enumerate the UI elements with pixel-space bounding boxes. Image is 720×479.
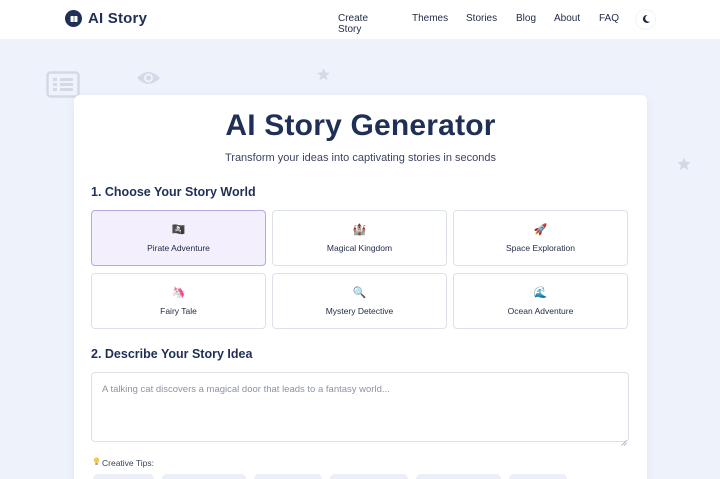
world-option-fairy-tale[interactable]: 🦄 Fairy Tale	[91, 273, 266, 329]
nav-about[interactable]: About	[554, 13, 580, 24]
lightbulb-icon	[93, 457, 100, 468]
nav-faq[interactable]: FAQ	[599, 13, 619, 24]
tip-chip[interactable]	[162, 474, 246, 479]
world-label: Ocean Adventure	[507, 306, 574, 316]
world-label: Magical Kingdom	[326, 243, 393, 253]
top-header: AI Story Create Story Themes Stories Blo…	[0, 0, 720, 39]
eye-icon	[136, 69, 161, 92]
world-option-space-exploration[interactable]: 🚀 Space Exploration	[453, 210, 628, 266]
unicorn-icon: 🦄	[171, 287, 186, 299]
resize-handle-icon[interactable]	[621, 433, 627, 451]
world-option-ocean-adventure[interactable]: 🌊 Ocean Adventure	[453, 273, 628, 329]
story-idea-input[interactable]	[91, 372, 629, 442]
magnifier-icon: 🔍	[352, 287, 367, 299]
tips-label: Creative Tips:	[102, 457, 154, 468]
moon-icon	[641, 12, 651, 27]
nav-stories[interactable]: Stories	[466, 13, 497, 24]
world-option-pirate-adventure[interactable]: 🏴‍☠️ Pirate Adventure	[91, 210, 266, 266]
world-option-mystery-detective[interactable]: 🔍 Mystery Detective	[272, 273, 447, 329]
theme-toggle-button[interactable]	[636, 10, 655, 29]
page-subtitle: Transform your ideas into captivating st…	[224, 152, 497, 164]
wave-icon: 🌊	[533, 287, 548, 299]
section-title-world: 1. Choose Your Story World	[91, 185, 256, 199]
world-option-magical-kingdom[interactable]: 🏰 Magical Kingdom	[272, 210, 447, 266]
book-icon	[65, 10, 82, 27]
brand-link[interactable]: AI Story	[65, 10, 147, 27]
page-title: AI Story Generator	[225, 109, 496, 142]
star-icon	[676, 156, 692, 177]
tip-chip-list	[93, 474, 567, 479]
world-label: Space Exploration	[506, 243, 575, 253]
tip-chip[interactable]	[93, 474, 154, 479]
brand-name: AI Story	[88, 10, 148, 27]
story-generator-card: AI Story Generator Transform your ideas …	[74, 95, 647, 479]
world-label: Pirate Adventure	[147, 243, 210, 253]
world-label: Mystery Detective	[325, 306, 394, 316]
tip-chip[interactable]	[330, 474, 408, 479]
world-label: Fairy Tale	[160, 306, 197, 316]
pirate-flag-icon: 🏴‍☠️	[171, 224, 186, 236]
nav-themes[interactable]: Themes	[412, 13, 448, 24]
star-icon	[316, 67, 331, 87]
tip-chip[interactable]	[509, 474, 567, 479]
tip-chip[interactable]	[254, 474, 322, 479]
nav-blog[interactable]: Blog	[516, 13, 536, 24]
rocket-icon: 🚀	[533, 224, 548, 236]
castle-icon: 🏰	[352, 224, 367, 236]
creative-tips: Creative Tips:	[93, 457, 154, 468]
tip-chip[interactable]	[416, 474, 501, 479]
nav-create-story[interactable]: Create Story	[338, 13, 368, 35]
section-title-idea: 2. Describe Your Story Idea	[91, 347, 253, 361]
